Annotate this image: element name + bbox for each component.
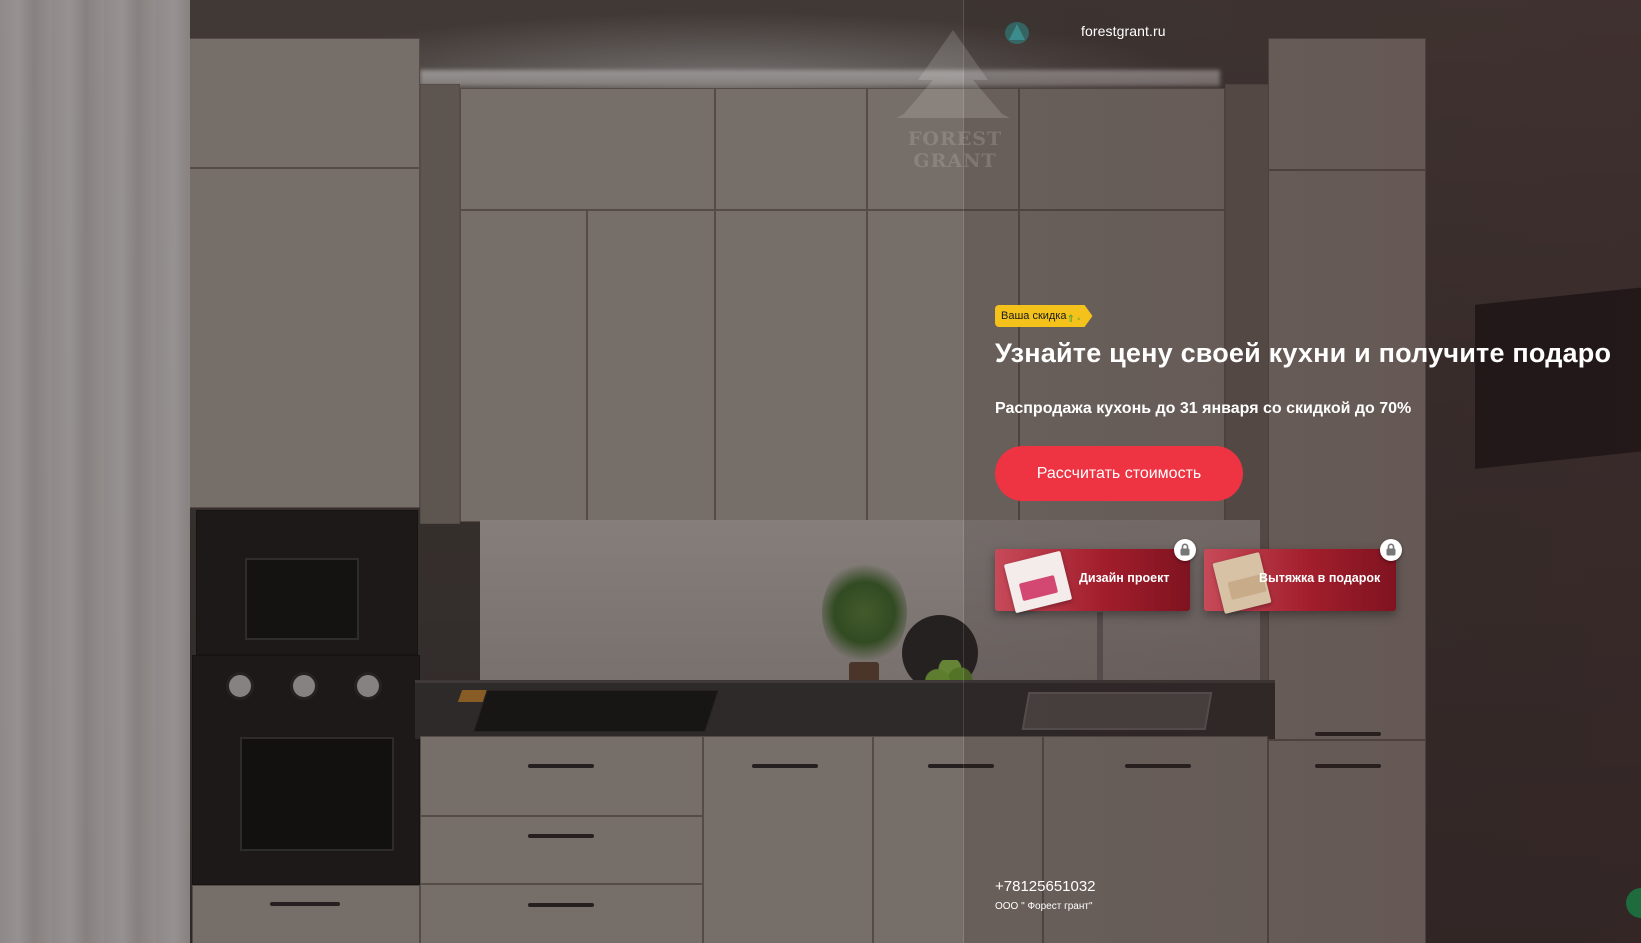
gift-card-hood[interactable]: Вытяжка в подарок xyxy=(1204,539,1402,615)
brand-leaf-icon[interactable] xyxy=(1003,20,1031,46)
hero-subtitle: Распродажа кухонь до 31 января со скидко… xyxy=(995,400,1412,417)
gift-card-label: Вытяжка в подарок xyxy=(1259,571,1381,585)
lock-icon xyxy=(1380,539,1402,561)
lock-icon xyxy=(1174,539,1196,561)
gift-card-label: Дизайн проект xyxy=(1079,571,1170,585)
company-name: ООО " Форест грант" xyxy=(995,901,1093,912)
phone-link[interactable]: +78125651032 xyxy=(995,878,1096,895)
site-url-link[interactable]: forestgrant.ru xyxy=(1081,23,1166,39)
watermark-brand: FOREST GRANT xyxy=(907,128,1003,172)
gift-card-design[interactable]: Дизайн проект xyxy=(995,539,1196,614)
discount-badge-label: Ваша скидка xyxy=(1001,310,1067,322)
design-booklet-icon xyxy=(1003,550,1073,614)
calculate-price-button[interactable]: Рассчитать стоимость xyxy=(995,446,1243,501)
discount-badge: Ваша скидка ⇑◦ xyxy=(995,305,1093,327)
hero-title: Узнайте цену своей кухни и получите пода… xyxy=(995,338,1612,368)
landing-page: FOREST GRANT forestgrant.ru Ваша скидка … xyxy=(0,0,1641,943)
